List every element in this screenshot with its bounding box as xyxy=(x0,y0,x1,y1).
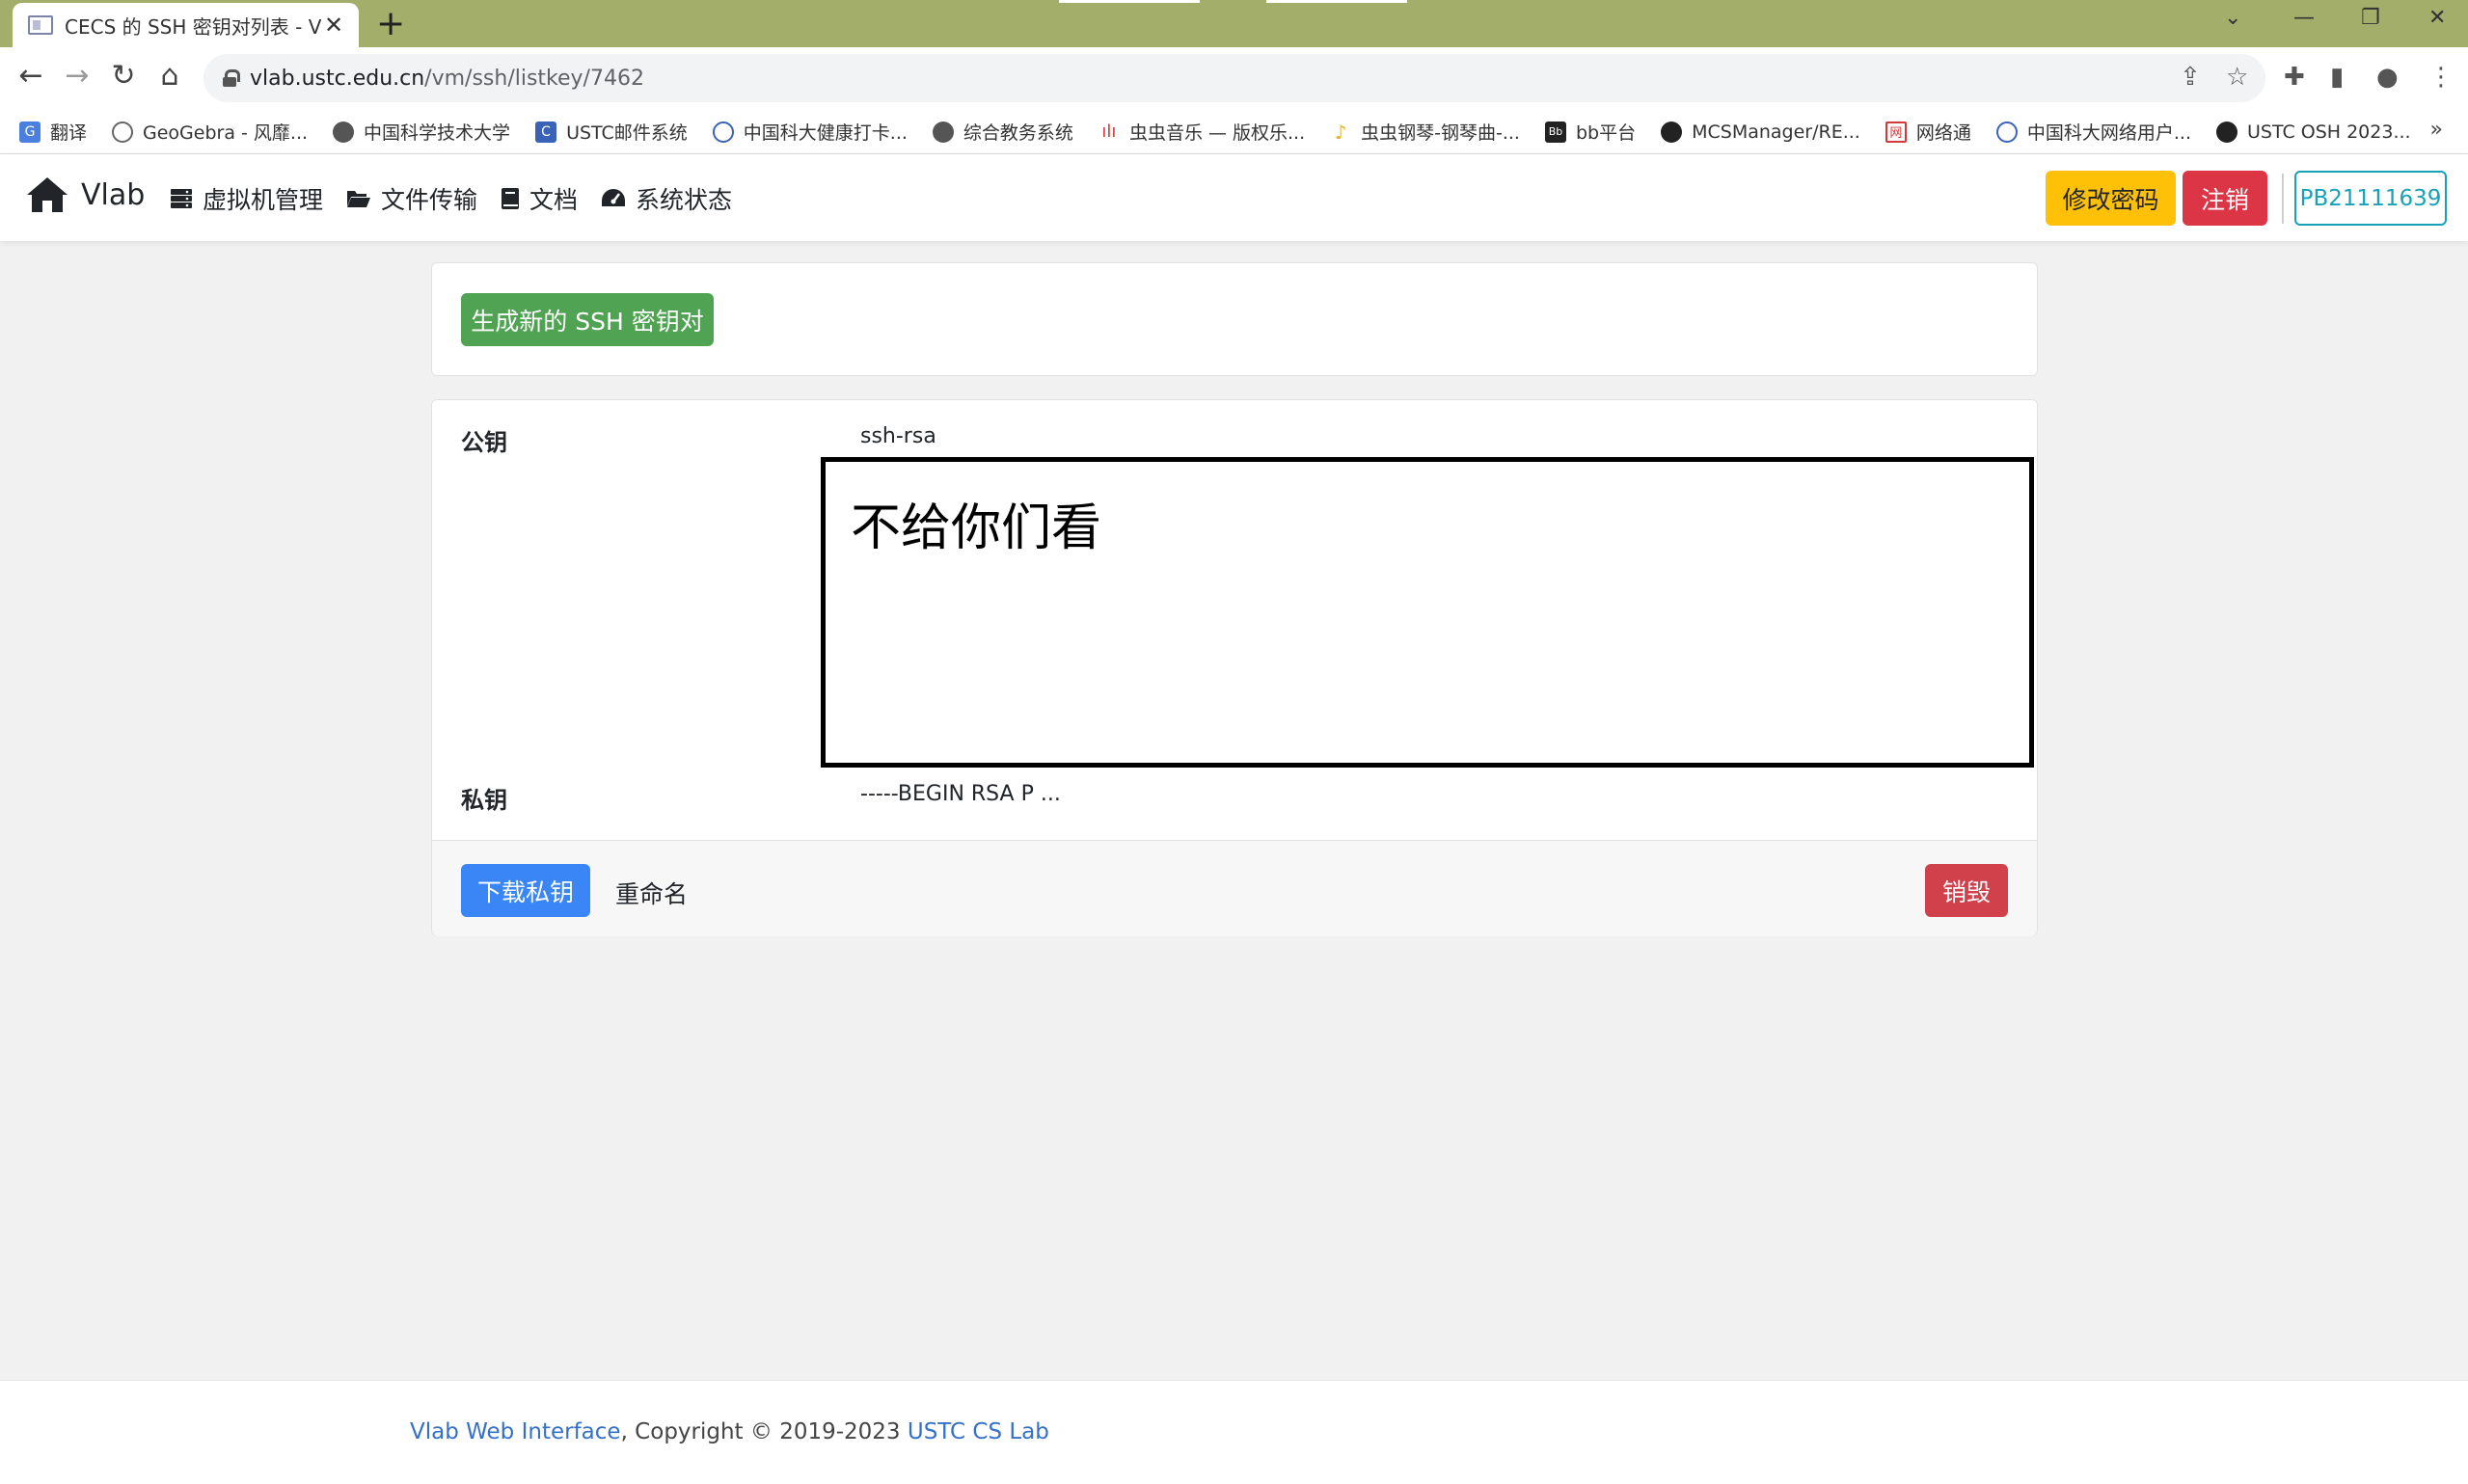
bookmarks-bar: G 翻译 GeoGebra - 风靡... 中国科学技术大学 C USTC邮件系统 … xyxy=(0,110,2468,154)
private-key-label: 私钥 xyxy=(461,787,507,814)
rename-link[interactable]: 重命名 xyxy=(615,876,688,910)
address-bar[interactable]: vlab.ustc.edu.cn/vm/ssh/listkey/7462 xyxy=(203,54,2265,102)
generate-key-card: 生成新的 SSH 密钥对 xyxy=(431,262,2038,376)
public-key-label: 公钥 xyxy=(461,429,507,456)
globe-icon xyxy=(932,121,954,143)
url-path: /vm/ssh/listkey/7462 xyxy=(424,66,644,91)
browser-toolbar: ← → ↻ ⌂ vlab.ustc.edu.cn/vm/ssh/listkey/… xyxy=(0,47,2468,110)
ustc-cs-lab-link[interactable]: USTC CS Lab xyxy=(908,1419,1049,1444)
redaction-box: 不给你们看 xyxy=(821,457,2034,768)
bookmark-item[interactable]: GeoGebra - 风靡... xyxy=(112,119,308,145)
share-icon[interactable]: ⇪ xyxy=(2180,63,2201,92)
logout-button[interactable]: 注销 xyxy=(2183,171,2267,226)
bookmark-item[interactable]: USTC OSH 2023... xyxy=(2215,121,2411,143)
nav-docs[interactable]: 文档 xyxy=(501,181,578,216)
bookmark-item[interactable]: ♪ 虫虫钢琴-钢琴曲-... xyxy=(1330,119,1520,145)
browser-tab-bar: CECS 的 SSH 密钥对列表 - Vlab ✕ + ⌄ — ❐ ✕ xyxy=(0,0,2468,47)
nav-system-status[interactable]: 系统状态 xyxy=(601,181,732,216)
bookmark-item[interactable]: 中国科大网络用户... xyxy=(1995,119,2191,145)
bookmark-item[interactable]: ılı 虫虫音乐 — 版权乐... xyxy=(1098,119,1305,145)
copyright-text: , Copyright © 2019-2023 xyxy=(620,1419,908,1444)
home-icon xyxy=(27,177,68,212)
navbar-divider xyxy=(2282,174,2284,224)
new-tab-button[interactable]: + xyxy=(376,4,405,43)
ustc-seal-icon xyxy=(1995,121,2018,143)
generate-ssh-key-button[interactable]: 生成新的 SSH 密钥对 xyxy=(461,293,714,346)
bookmark-item[interactable]: 中国科大健康打卡... xyxy=(712,119,908,145)
key-card-footer: 下载私钥 重命名 销毁 xyxy=(432,840,2037,936)
user-id-button[interactable]: PB21111639 xyxy=(2294,171,2447,226)
bookmark-item[interactable]: MCSManager/RE... xyxy=(1661,121,1860,143)
ssh-key-card: 公钥 ssh-rsa 不给你们看 私钥 -----BEGIN RSA P ...… xyxy=(431,399,2038,936)
github-icon xyxy=(1661,121,1683,143)
destroy-key-button[interactable]: 销毁 xyxy=(1925,864,2008,917)
footer-text: Vlab Web Interface, Copyright © 2019-202… xyxy=(410,1419,1049,1444)
bookmark-item[interactable]: Bb bb平台 xyxy=(1544,119,1636,145)
browser-tab[interactable]: CECS 的 SSH 密钥对列表 - Vlab ✕ xyxy=(13,3,359,47)
page-favicon-icon xyxy=(28,15,53,35)
bookmark-star-icon[interactable]: ☆ xyxy=(2226,63,2248,92)
mail-c-icon: C xyxy=(535,121,557,143)
private-key-value: -----BEGIN RSA P ... xyxy=(860,782,1061,806)
app-navbar: Vlab 虚拟机管理 文件传输 文档 系统状态 修改密码 注销 PB211116… xyxy=(0,154,2468,241)
url-host: vlab.ustc.edu.cn xyxy=(250,66,425,91)
extensions-icon[interactable]: ✚ xyxy=(2284,63,2305,92)
osh-icon xyxy=(2215,121,2237,143)
book-icon xyxy=(502,188,520,209)
translate-icon: G xyxy=(19,121,41,143)
brand-link[interactable]: Vlab xyxy=(25,175,145,214)
ustc-seal-icon xyxy=(712,121,734,143)
tab-strip-highlight xyxy=(1059,0,1200,3)
server-icon xyxy=(171,189,192,208)
bookmark-item[interactable]: C USTC邮件系统 xyxy=(535,119,688,145)
restore-icon[interactable]: ❐ xyxy=(2361,6,2380,30)
reload-icon[interactable]: ↻ xyxy=(104,59,143,93)
side-panel-icon[interactable]: ▮ xyxy=(2330,63,2344,92)
bookmark-item[interactable]: 综合教务系统 xyxy=(932,119,1073,145)
redaction-text: 不给你们看 xyxy=(851,499,1102,557)
tab-search-chevron-icon[interactable]: ⌄ xyxy=(2224,6,2241,30)
dashboard-icon xyxy=(602,189,626,206)
brand-label: Vlab xyxy=(81,177,146,212)
network-icon: 网 xyxy=(1885,121,1907,143)
bookmark-item[interactable]: 网网络通 xyxy=(1885,119,1971,145)
bookmark-item[interactable]: G 翻译 xyxy=(19,119,87,145)
back-icon[interactable]: ← xyxy=(12,59,50,93)
forward-icon[interactable]: → xyxy=(58,59,96,93)
public-key-value: ssh-rsa xyxy=(860,424,936,448)
lock-icon xyxy=(223,69,240,87)
tab-title: CECS 的 SSH 密钥对列表 - Vlab xyxy=(65,14,322,39)
tab-strip-highlight xyxy=(1266,0,1407,3)
page-footer: Vlab Web Interface, Copyright © 2019-202… xyxy=(0,1380,2468,1484)
browser-menu-icon[interactable]: ⋮ xyxy=(2428,63,2454,92)
vlab-web-interface-link[interactable]: Vlab Web Interface xyxy=(410,1419,621,1444)
globe-icon xyxy=(333,121,355,143)
piano-icon: ♪ xyxy=(1334,120,1347,144)
bb-icon: Bb xyxy=(1544,121,1566,143)
profile-avatar-icon[interactable]: ● xyxy=(2376,63,2399,92)
download-private-key-button[interactable]: 下载私钥 xyxy=(461,864,590,917)
nav-vm-management[interactable]: 虚拟机管理 xyxy=(170,181,323,216)
home-icon[interactable]: ⌂ xyxy=(150,59,189,93)
music-icon: ılı xyxy=(1101,121,1117,142)
tab-close-icon[interactable]: ✕ xyxy=(322,12,345,39)
change-password-button[interactable]: 修改密码 xyxy=(2046,171,2176,226)
bookmark-item[interactable]: 中国科学技术大学 xyxy=(333,119,510,145)
bookmarks-overflow-icon[interactable]: » xyxy=(2430,118,2443,142)
geogebra-icon xyxy=(112,121,134,143)
folder-open-icon xyxy=(347,191,371,207)
minimize-icon[interactable]: — xyxy=(2293,6,2315,30)
nav-file-transfer[interactable]: 文件传输 xyxy=(346,181,477,216)
window-close-icon[interactable]: ✕ xyxy=(2428,6,2446,30)
